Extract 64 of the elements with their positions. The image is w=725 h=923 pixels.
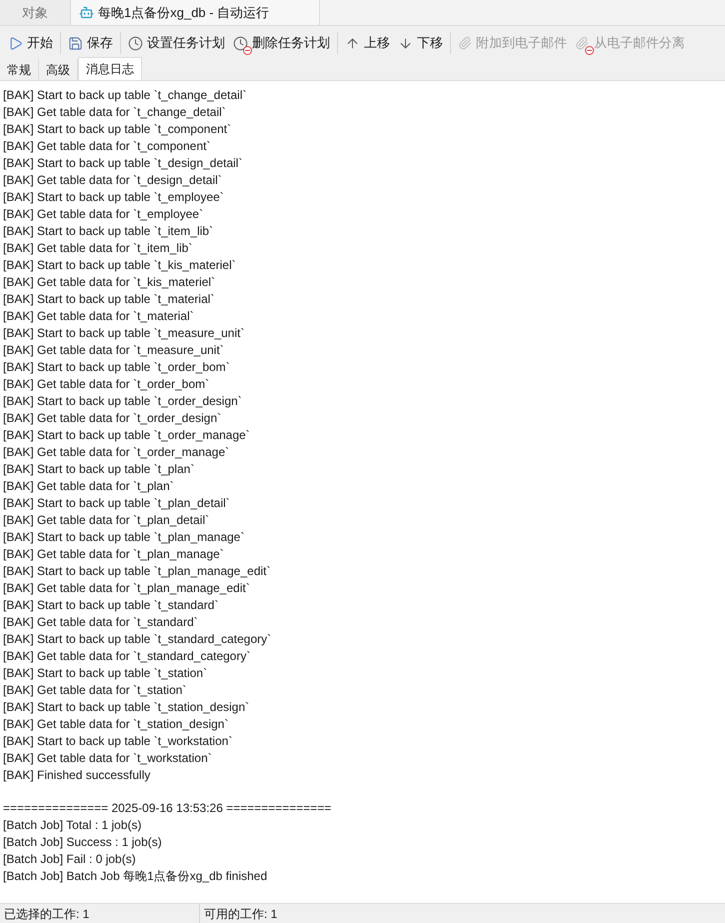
log-line: [BAK] Get table data for `t_change_detail` — [3, 104, 227, 121]
log-line: [BAK] Get table data for `t_plan` — [3, 478, 175, 495]
tab[interactable]: 常规 — [0, 59, 39, 80]
log-line: =============== 2025-09-16 13:53:26 =============== — [3, 800, 332, 817]
toolbar-button[interactable]: 开始 — [4, 30, 57, 56]
log-line: [BAK] Get table data for `t_order_manage` — [3, 444, 230, 461]
log-line: [BAK] Start to back up table `t_component` — [3, 121, 232, 138]
log-line: [BAK] Get table data for `t_standard` — [3, 614, 199, 631]
log-line: [BAK] Get table data for `t_measure_unit` — [3, 342, 225, 359]
document-tab[interactable]: 每晚1点备份xg_db - 自动运行 — [70, 0, 320, 25]
log-line: [Batch Job] Batch Job 每晚1点备份xg_db finished — [3, 868, 268, 885]
clock-icon — [128, 36, 143, 50]
log-line: [BAK] Start to back up table `t_workstation` — [3, 733, 234, 750]
log-line: [BAK] Start to back up table `t_plan_manage` — [3, 529, 246, 546]
log-line: [BAK] Start to back up table `t_plan_detail` — [3, 495, 231, 512]
paperclip-icon — [458, 36, 472, 50]
log-line: [BAK] Get table data for `t_plan_detail` — [3, 512, 210, 529]
log-line: [BAK] Get table data for `t_design_detail` — [3, 172, 223, 189]
log-line: [Batch Job] Total : 1 job(s) — [3, 817, 143, 834]
log-line: [BAK] Get table data for `t_order_bom` — [3, 376, 210, 393]
document-tab[interactable]: 对象 — [0, 0, 70, 25]
log-line: [Batch Job] Success : 1 job(s) — [3, 834, 163, 851]
toolbar-button[interactable]: 保存 — [64, 30, 117, 56]
log-line: [BAK] Get table data for `t_order_design` — [3, 410, 222, 427]
log-line: [BAK] Get table data for `t_component` — [3, 138, 212, 155]
robot-icon — [79, 5, 94, 20]
tab[interactable]: 消息日志 — [78, 57, 142, 80]
log-line: [BAK] Start to back up table `t_station` — [3, 665, 208, 682]
toolbar-button[interactable]: 设置任务计划 — [124, 30, 229, 56]
arrow-down-icon — [398, 36, 413, 50]
log-line: [BAK] Start to back up table `t_station_design` — [3, 699, 250, 716]
log-line: [BAK] Start to back up table `t_standard` — [3, 597, 220, 614]
log-line: [BAK] Start to back up table `t_employee` — [3, 189, 225, 206]
log-line: [BAK] Finished successfully — [3, 767, 152, 784]
log-line: [Batch Job] Fail : 0 job(s) — [3, 851, 137, 868]
status-text: 已选择的工作: 1 — [0, 904, 200, 923]
log-line: [BAK] Start to back up table `t_item_lib` — [3, 223, 214, 240]
log-line: [BAK] Get table data for `t_material` — [3, 308, 195, 325]
log-line: [BAK] Get table data for `t_item_lib` — [3, 240, 194, 257]
toolbar-button[interactable]: 下移 — [394, 30, 447, 56]
log-line: [BAK] Start to back up table `t_standard_category` — [3, 631, 272, 648]
log-line: [BAK] Get table data for `t_standard_category` — [3, 648, 252, 665]
status-text: 可用的工作: 1 — [203, 906, 278, 922]
log-line: [BAK] Get table data for `t_plan_manage_edit` — [3, 580, 251, 597]
toolbar-button[interactable]: 上移 — [341, 30, 394, 56]
log-line: [BAK] Start to back up table `t_order_design` — [3, 393, 243, 410]
log-line: [BAK] Start to back up table `t_plan_manage_edit` — [3, 563, 272, 580]
log-line: [BAK] Get table data for `t_station` — [3, 682, 188, 699]
log-line: [BAK] Start to back up table `t_kis_materiel` — [3, 257, 237, 274]
play-icon — [8, 36, 23, 50]
log-line: [BAK] Start to back up table `t_plan` — [3, 461, 196, 478]
log-line: [BAK] Start to back up table `t_material` — [3, 291, 216, 308]
save-icon — [68, 36, 83, 50]
log-line: [BAK] Start to back up table `t_order_manage` — [3, 427, 251, 444]
log-line: [BAK] Start to back up table `t_change_detail` — [3, 87, 248, 104]
log-line: [BAK] Get table data for `t_workstation` — [3, 750, 213, 767]
log-line: [BAK] Get table data for `t_kis_materiel` — [3, 274, 216, 291]
log-line: [BAK] Start to back up table `t_order_bom` — [3, 359, 231, 376]
log-line: [BAK] Get table data for `t_plan_manage` — [3, 546, 225, 563]
log-line: [BAK] Get table data for `t_employee` — [3, 206, 204, 223]
log-line: [BAK] Start to back up table `t_design_detail` — [3, 155, 244, 172]
log-line: [BAK] Get table data for `t_station_design` — [3, 716, 230, 733]
log-line: [BAK] Start to back up table `t_measure_unit` — [3, 325, 246, 342]
toolbar-button[interactable]: 删除任务计划 — [229, 30, 334, 56]
